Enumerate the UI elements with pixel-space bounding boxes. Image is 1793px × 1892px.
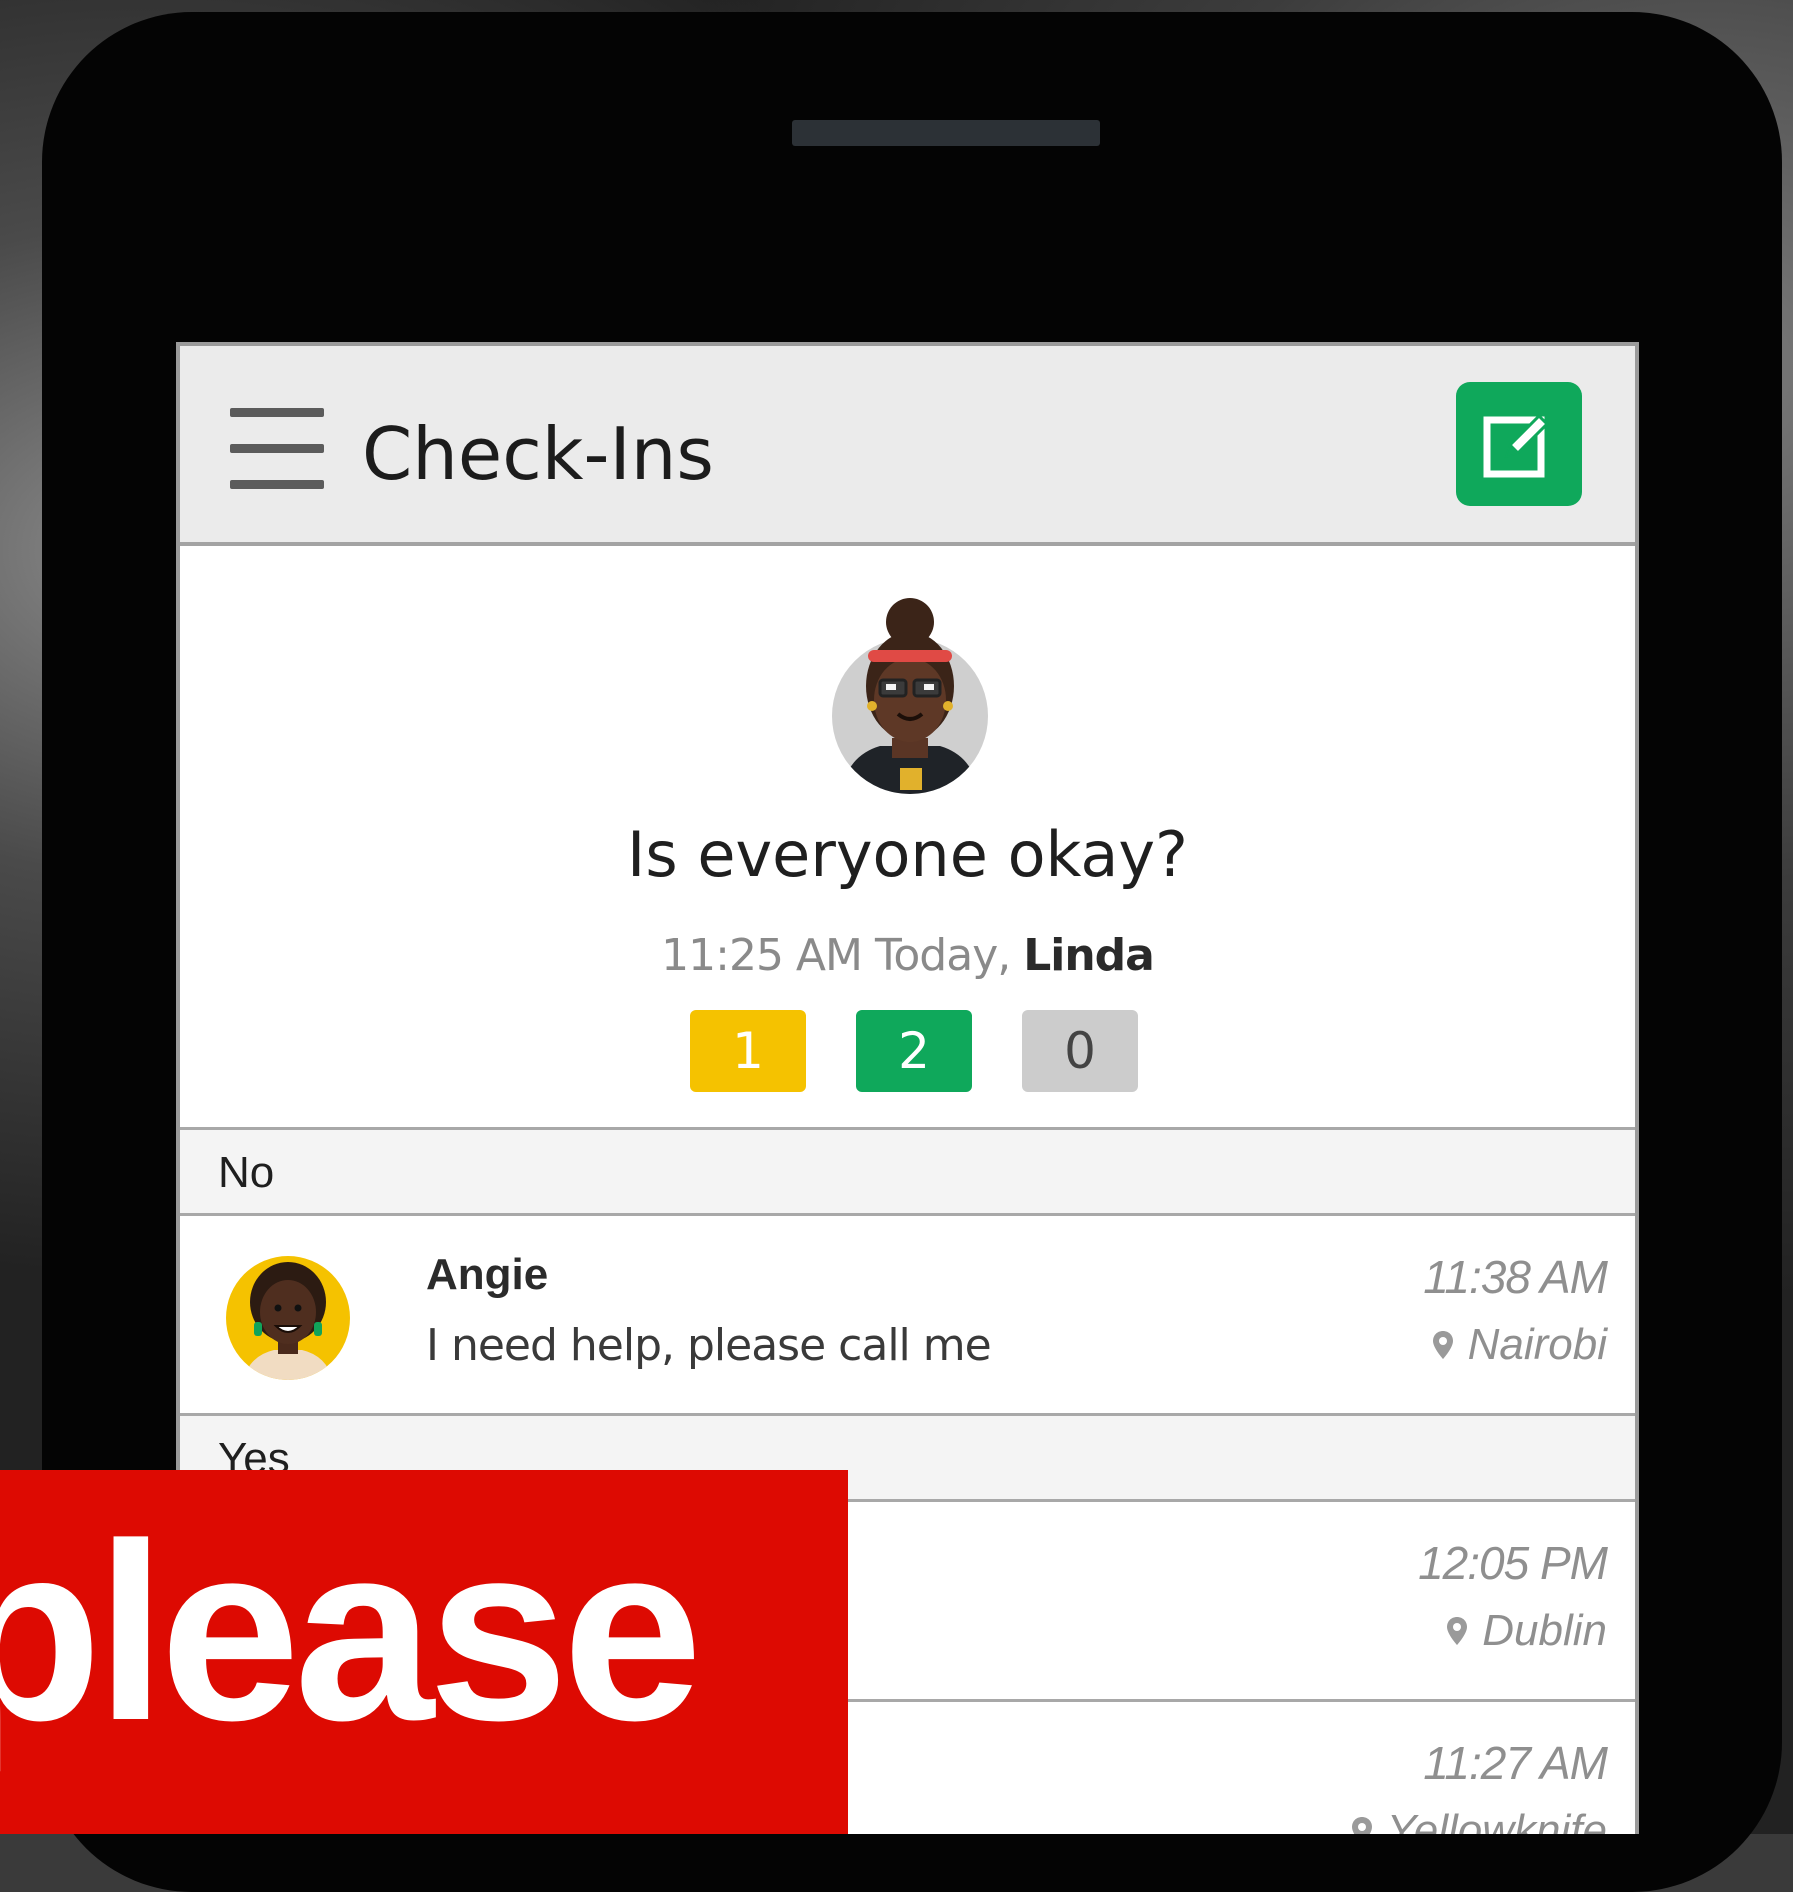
count-pending-badge[interactable]: 0 bbox=[1022, 1010, 1138, 1092]
checkin-author: Linda bbox=[1023, 930, 1155, 981]
count-no-badge[interactable]: 1 bbox=[690, 1010, 806, 1092]
location-name: Nairobi bbox=[1467, 1320, 1607, 1369]
response-location: Dublin bbox=[1446, 1606, 1607, 1656]
phone-speaker bbox=[792, 120, 1100, 146]
checkin-question: Is everyone okay? bbox=[627, 818, 1188, 891]
response-time: 12:05 PM bbox=[1418, 1537, 1608, 1589]
caption-text: please bbox=[0, 1492, 703, 1773]
avatar bbox=[226, 1256, 350, 1380]
response-time: 11:38 AM bbox=[1423, 1251, 1608, 1303]
response-location: Yellowknife bbox=[1351, 1806, 1607, 1834]
location-name: Yellowknife bbox=[1386, 1806, 1607, 1834]
map-pin-icon bbox=[1432, 1331, 1453, 1359]
list-item[interactable]: Angie I need help, please call me 11:38 … bbox=[180, 1216, 1635, 1416]
checkin-meta: 11:25 AM Today, Linda bbox=[180, 930, 1635, 981]
response-location: Nairobi bbox=[1432, 1320, 1607, 1370]
edit-icon bbox=[1483, 413, 1550, 478]
response-time: 11:27 AM bbox=[1423, 1737, 1608, 1789]
count-yes-badge[interactable]: 2 bbox=[856, 1010, 972, 1092]
location-name: Dublin bbox=[1482, 1606, 1607, 1655]
section-header-no: No bbox=[180, 1130, 1635, 1216]
caption-banner: please bbox=[0, 1470, 848, 1834]
map-pin-icon bbox=[1351, 1817, 1372, 1834]
checkin-summary: Is everyone okay? 11:25 AM Today, Linda … bbox=[180, 546, 1635, 1130]
response-counts: 1 2 0 bbox=[690, 1010, 1138, 1094]
compose-button[interactable] bbox=[1456, 382, 1582, 506]
avatar bbox=[832, 598, 988, 794]
hamburger-icon[interactable] bbox=[230, 408, 324, 489]
checkin-time: 11:25 AM Today, bbox=[661, 930, 1011, 981]
respondent-name: Angie bbox=[426, 1250, 549, 1299]
app-header: Check-Ins bbox=[180, 346, 1635, 546]
map-pin-icon bbox=[1447, 1617, 1468, 1645]
respondent-message: I need help, please call me bbox=[426, 1320, 992, 1371]
page-title: Check-Ins bbox=[362, 412, 714, 496]
